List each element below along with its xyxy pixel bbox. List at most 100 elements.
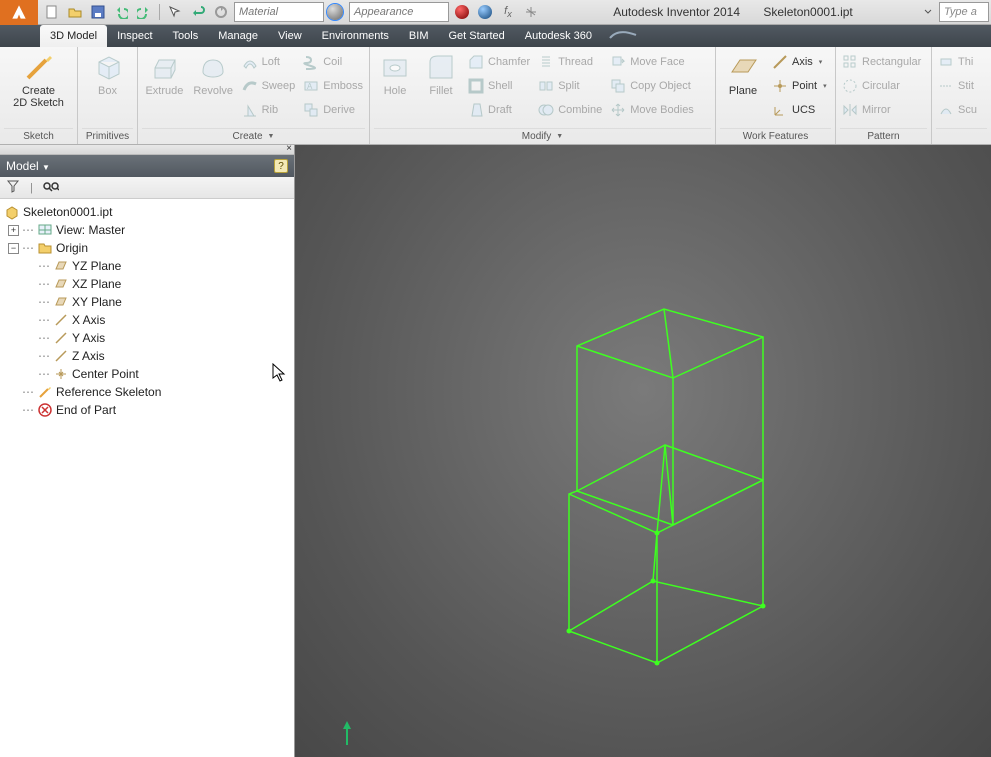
- tree-reference-skeleton[interactable]: ⋯Reference Skeleton: [2, 383, 292, 401]
- search-input[interactable]: Type a: [939, 2, 989, 22]
- fillet-button[interactable]: Fillet: [420, 49, 462, 97]
- new-icon[interactable]: [42, 2, 62, 22]
- tab-view[interactable]: View: [268, 25, 312, 47]
- tab-inspect[interactable]: Inspect: [107, 25, 162, 47]
- derive-button[interactable]: Derive: [301, 99, 365, 121]
- axis-icon: [53, 312, 69, 328]
- svg-text:A: A: [307, 82, 313, 91]
- help-icon[interactable]: ?: [274, 159, 288, 173]
- open-icon[interactable]: [65, 2, 85, 22]
- point-button[interactable]: Point▾: [770, 75, 829, 97]
- mirror-icon: [842, 102, 858, 118]
- tree-xy-plane[interactable]: ⋯XY Plane: [2, 293, 292, 311]
- tree-center-point[interactable]: ⋯Center Point: [2, 365, 292, 383]
- 3d-viewport[interactable]: [295, 145, 991, 757]
- sculpt-button[interactable]: Scu: [936, 99, 979, 121]
- update-icon[interactable]: [211, 2, 231, 22]
- stitch-button[interactable]: Stit: [936, 75, 979, 97]
- appearance-ball2-icon[interactable]: [475, 2, 495, 22]
- panel-header[interactable]: Model ▼ ?: [0, 155, 294, 177]
- expand-icon[interactable]: +: [8, 225, 19, 236]
- tree-x-axis[interactable]: ⋯X Axis: [2, 311, 292, 329]
- thread-button[interactable]: Thread: [536, 51, 604, 73]
- sweep-button[interactable]: Sweep: [240, 75, 298, 97]
- axis-button[interactable]: Axis▾: [770, 51, 829, 73]
- extrude-button[interactable]: Extrude: [142, 49, 187, 97]
- hole-label: Hole: [384, 85, 407, 97]
- undo-icon[interactable]: [111, 2, 131, 22]
- move-face-button[interactable]: Move Face: [608, 51, 696, 73]
- tree-view[interactable]: + ⋯ View: Master: [2, 221, 292, 239]
- tab-tools[interactable]: Tools: [163, 25, 209, 47]
- tree-y-axis[interactable]: ⋯Y Axis: [2, 329, 292, 347]
- material-ball-icon[interactable]: [327, 4, 343, 20]
- rectangular-button[interactable]: Rectangular: [840, 51, 923, 73]
- tab-bim[interactable]: BIM: [399, 25, 439, 47]
- fx-icon[interactable]: fx: [498, 2, 518, 22]
- copy-object-button[interactable]: Copy Object: [608, 75, 696, 97]
- tree-root[interactable]: Skeleton0001.ipt: [2, 203, 292, 221]
- loft-button[interactable]: Loft: [240, 51, 298, 73]
- collapse-icon[interactable]: −: [8, 243, 19, 254]
- emboss-button[interactable]: AEmboss: [301, 75, 365, 97]
- rib-button[interactable]: Rib: [240, 99, 298, 121]
- find-icon[interactable]: [43, 180, 59, 195]
- hole-button[interactable]: Hole: [374, 49, 416, 97]
- save-icon[interactable]: [88, 2, 108, 22]
- box-button[interactable]: Box: [82, 49, 133, 97]
- tree-xz-plane[interactable]: ⋯XZ Plane: [2, 275, 292, 293]
- ribbon-label-modify[interactable]: Modify▼: [374, 128, 711, 144]
- box-icon: [92, 51, 124, 83]
- chamfer-button[interactable]: Chamfer: [466, 51, 532, 73]
- tab-3d-model[interactable]: 3D Model: [40, 25, 107, 47]
- combine-button[interactable]: Combine: [536, 99, 604, 121]
- split-button[interactable]: Split: [536, 75, 604, 97]
- close-icon[interactable]: ×: [286, 143, 292, 154]
- thread-icon: [538, 54, 554, 70]
- appearance-ball1-icon[interactable]: [452, 2, 472, 22]
- panel-title: Model: [6, 159, 39, 173]
- tree-yz-plane[interactable]: ⋯YZ Plane: [2, 257, 292, 275]
- mirror-button[interactable]: Mirror: [840, 99, 923, 121]
- tree-end-of-part[interactable]: ⋯End of Part: [2, 401, 292, 419]
- tab-autodesk-360[interactable]: Autodesk 360: [515, 25, 602, 47]
- thicken-button[interactable]: Thi: [936, 51, 979, 73]
- material-dropdown[interactable]: Material: [234, 2, 324, 22]
- ribbon-group-primitives: Box Primitives: [78, 47, 138, 144]
- fillet-icon: [425, 51, 457, 83]
- ucs-button[interactable]: UCS: [770, 99, 829, 121]
- move-bodies-button[interactable]: Move Bodies: [608, 99, 696, 121]
- plane-button[interactable]: Plane: [720, 49, 766, 97]
- measure-icon[interactable]: [521, 2, 541, 22]
- ribbon-label-create[interactable]: Create▼: [142, 128, 365, 144]
- tab-manage[interactable]: Manage: [208, 25, 268, 47]
- create-2d-sketch-button[interactable]: Create 2D Sketch: [4, 49, 73, 109]
- emboss-icon: A: [303, 78, 319, 94]
- sketch-icon: [23, 51, 55, 83]
- shell-button[interactable]: Shell: [466, 75, 532, 97]
- rectangular-icon: [842, 54, 858, 70]
- app-logo[interactable]: [0, 0, 38, 25]
- filter-icon[interactable]: [6, 179, 20, 196]
- redo-icon[interactable]: [134, 2, 154, 22]
- sketch-icon: [37, 384, 53, 400]
- appearance-dropdown[interactable]: Appearance: [349, 2, 449, 22]
- ribbon-label-surface: [936, 128, 987, 144]
- revolve-button[interactable]: Revolve: [191, 49, 236, 97]
- split-icon: [538, 78, 554, 94]
- copy-object-icon: [610, 78, 626, 94]
- thicken-icon: [938, 54, 954, 70]
- ribbon-group-create: Extrude Revolve Loft Sweep Rib Coil AEmb…: [138, 47, 370, 144]
- tree-z-axis[interactable]: ⋯Z Axis: [2, 347, 292, 365]
- model-tree[interactable]: Skeleton0001.ipt + ⋯ View: Master − ⋯ Or…: [0, 199, 294, 757]
- return-icon[interactable]: [188, 2, 208, 22]
- draft-button[interactable]: Draft: [466, 99, 532, 121]
- select-icon[interactable]: [165, 2, 185, 22]
- coil-button[interactable]: Coil: [301, 51, 365, 73]
- search-chevron-icon[interactable]: [921, 5, 935, 19]
- tab-environments[interactable]: Environments: [312, 25, 399, 47]
- tree-origin[interactable]: − ⋯ Origin: [2, 239, 292, 257]
- appearance-placeholder: Appearance: [354, 6, 413, 18]
- circular-button[interactable]: Circular: [840, 75, 923, 97]
- tab-get-started[interactable]: Get Started: [438, 25, 514, 47]
